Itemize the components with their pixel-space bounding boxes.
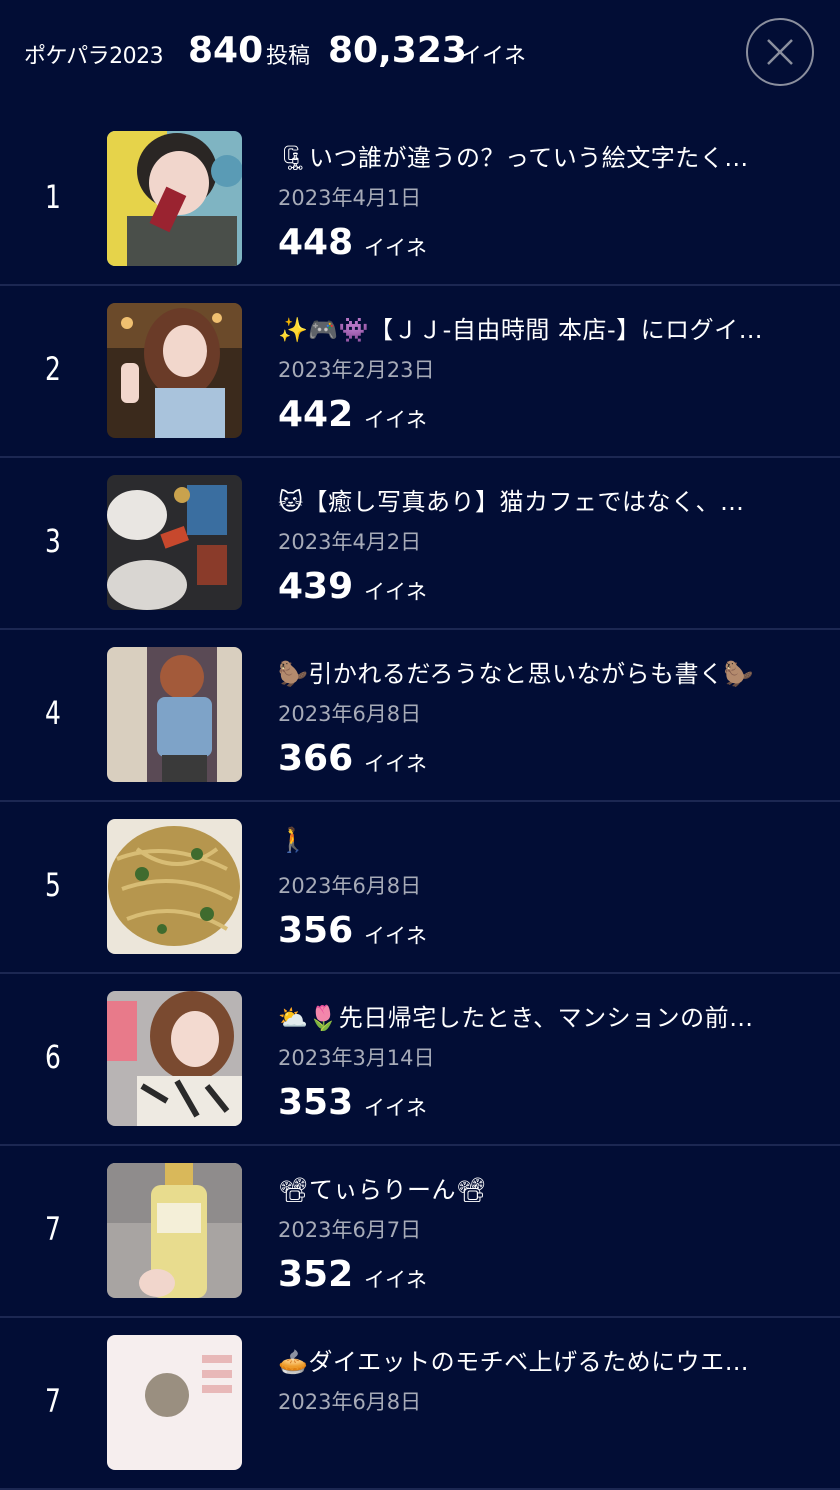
title-emoji: 🚶 (278, 826, 309, 854)
post-date: 2023年6月7日 (278, 1218, 422, 1242)
post-date: 2023年6月8日 (278, 874, 422, 898)
likes-count: 356 (278, 910, 354, 951)
list-item[interactable]: 7 🥧ダイエットのモチベ上げるためにウエ… 2023年6月8日 (0, 1318, 840, 1490)
rank-number: 2 (45, 350, 61, 388)
title-emoji: 🗜 (278, 144, 309, 172)
page-title: ポケパラ2023 (24, 44, 164, 69)
list-item[interactable]: 5 🚶 2023年6月8日 356 イイネ (0, 802, 840, 974)
post-title[interactable]: 📽てぃらりーん📽 (278, 1170, 818, 1205)
post-thumbnail[interactable] (107, 819, 242, 954)
list-item[interactable]: 4 🦫引かれるだろうなと思いながらも書く🦫 2023年6月8日 366 イイネ (0, 630, 840, 802)
post-title[interactable]: 🐱【癒し写真あり】猫カフェではなく、… (278, 482, 818, 517)
post-thumbnail[interactable] (107, 1335, 242, 1470)
list-item[interactable]: 7 📽てぃらりーん📽 2023年6月7日 352 イイネ (0, 1146, 840, 1318)
likes-count: 442 (278, 394, 354, 435)
post-title[interactable]: 🦫引かれるだろうなと思いながらも書く🦫 (278, 654, 818, 689)
likes-count: 353 (278, 1082, 354, 1123)
header: ポケパラ2023 840 投稿 80,323 イイネ (0, 0, 840, 110)
rank-number: 1 (45, 178, 61, 216)
close-button[interactable] (746, 18, 814, 86)
ranking-list: 1 🗜いつ誰が違うの？っていう絵文字たく… 2023年4月1日 448 イイネ … (0, 114, 840, 1490)
post-thumbnail[interactable] (107, 131, 242, 266)
likes-unit: イイネ (364, 408, 427, 432)
post-thumbnail[interactable] (107, 1163, 242, 1298)
title-emoji: 🐱 (278, 488, 304, 516)
likes-total: 80,323 (328, 30, 467, 71)
rank-number: 3 (45, 522, 61, 560)
likes-unit: イイネ (364, 1268, 427, 1292)
title-emoji: 🦫 (278, 660, 309, 688)
post-title[interactable]: ⛅🌷先日帰宅したとき、マンションの前… (278, 998, 818, 1033)
posts-count: 840 (188, 30, 264, 71)
likes-count: 439 (278, 566, 354, 607)
post-thumbnail[interactable] (107, 303, 242, 438)
posts-unit: 投稿 (266, 44, 311, 69)
post-date: 2023年4月2日 (278, 530, 422, 554)
post-date: 2023年6月8日 (278, 702, 422, 726)
post-thumbnail[interactable] (107, 647, 242, 782)
likes-unit: イイネ (364, 924, 427, 948)
post-title[interactable]: 🚶 (278, 826, 818, 854)
list-item[interactable]: 3 🐱【癒し写真あり】猫カフェではなく、… 2023年4月2日 439 イイネ (0, 458, 840, 630)
post-date: 2023年4月1日 (278, 186, 422, 210)
likes-unit: イイネ (364, 752, 427, 776)
rank-number: 7 (45, 1382, 61, 1420)
post-date: 2023年3月14日 (278, 1046, 435, 1070)
post-date: 2023年6月8日 (278, 1390, 422, 1414)
post-title[interactable]: 🥧ダイエットのモチベ上げるためにウエ… (278, 1342, 818, 1377)
likes-count: 352 (278, 1254, 354, 1295)
close-icon (767, 39, 793, 65)
rank-number: 5 (45, 866, 61, 904)
rank-number: 6 (45, 1038, 61, 1076)
likes-unit: イイネ (364, 1096, 427, 1120)
title-emoji: 📽 (278, 1176, 309, 1204)
rank-number: 7 (45, 1210, 61, 1248)
likes-count: 448 (278, 222, 354, 263)
likes-unit: イイネ (364, 236, 427, 260)
likes-count: 366 (278, 738, 354, 779)
list-item[interactable]: 2 ✨🎮👾【ＪＪ-自由時間 本店-】にログイ… 2023年2月23日 442 イ… (0, 286, 840, 458)
title-emoji: 🥧 (278, 1348, 309, 1376)
likes-unit: イイネ (364, 580, 427, 604)
rank-number: 4 (45, 694, 61, 732)
likes-total-unit: イイネ (460, 44, 527, 69)
list-item[interactable]: 6 ⛅🌷先日帰宅したとき、マンションの前… 2023年3月14日 353 イイネ (0, 974, 840, 1146)
post-thumbnail[interactable] (107, 475, 242, 610)
title-emoji: ✨🎮👾 (278, 316, 370, 344)
list-item[interactable]: 1 🗜いつ誰が違うの？っていう絵文字たく… 2023年4月1日 448 イイネ (0, 114, 840, 286)
post-date: 2023年2月23日 (278, 358, 435, 382)
title-emoji: ⛅🌷 (278, 1004, 339, 1032)
post-title[interactable]: ✨🎮👾【ＪＪ-自由時間 本店-】にログイ… (278, 310, 818, 345)
post-title[interactable]: 🗜いつ誰が違うの？っていう絵文字たく… (278, 138, 818, 173)
post-thumbnail[interactable] (107, 991, 242, 1126)
